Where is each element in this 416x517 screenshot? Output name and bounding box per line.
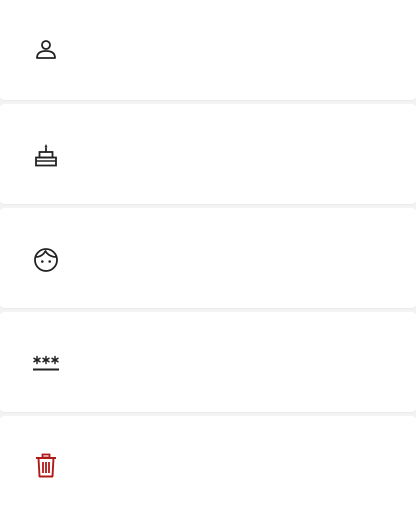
- settings-list: [0, 0, 416, 517]
- password-icon: [33, 355, 59, 371]
- birthday-cake-icon: [35, 144, 57, 167]
- profile-row[interactable]: [0, 0, 416, 100]
- person-icon: [36, 40, 56, 59]
- face-icon: [34, 248, 58, 272]
- trash-icon: [36, 453, 56, 478]
- password-row[interactable]: [0, 312, 416, 412]
- face-row[interactable]: [0, 208, 416, 308]
- delete-row[interactable]: [0, 416, 416, 517]
- birthday-row[interactable]: [0, 104, 416, 204]
